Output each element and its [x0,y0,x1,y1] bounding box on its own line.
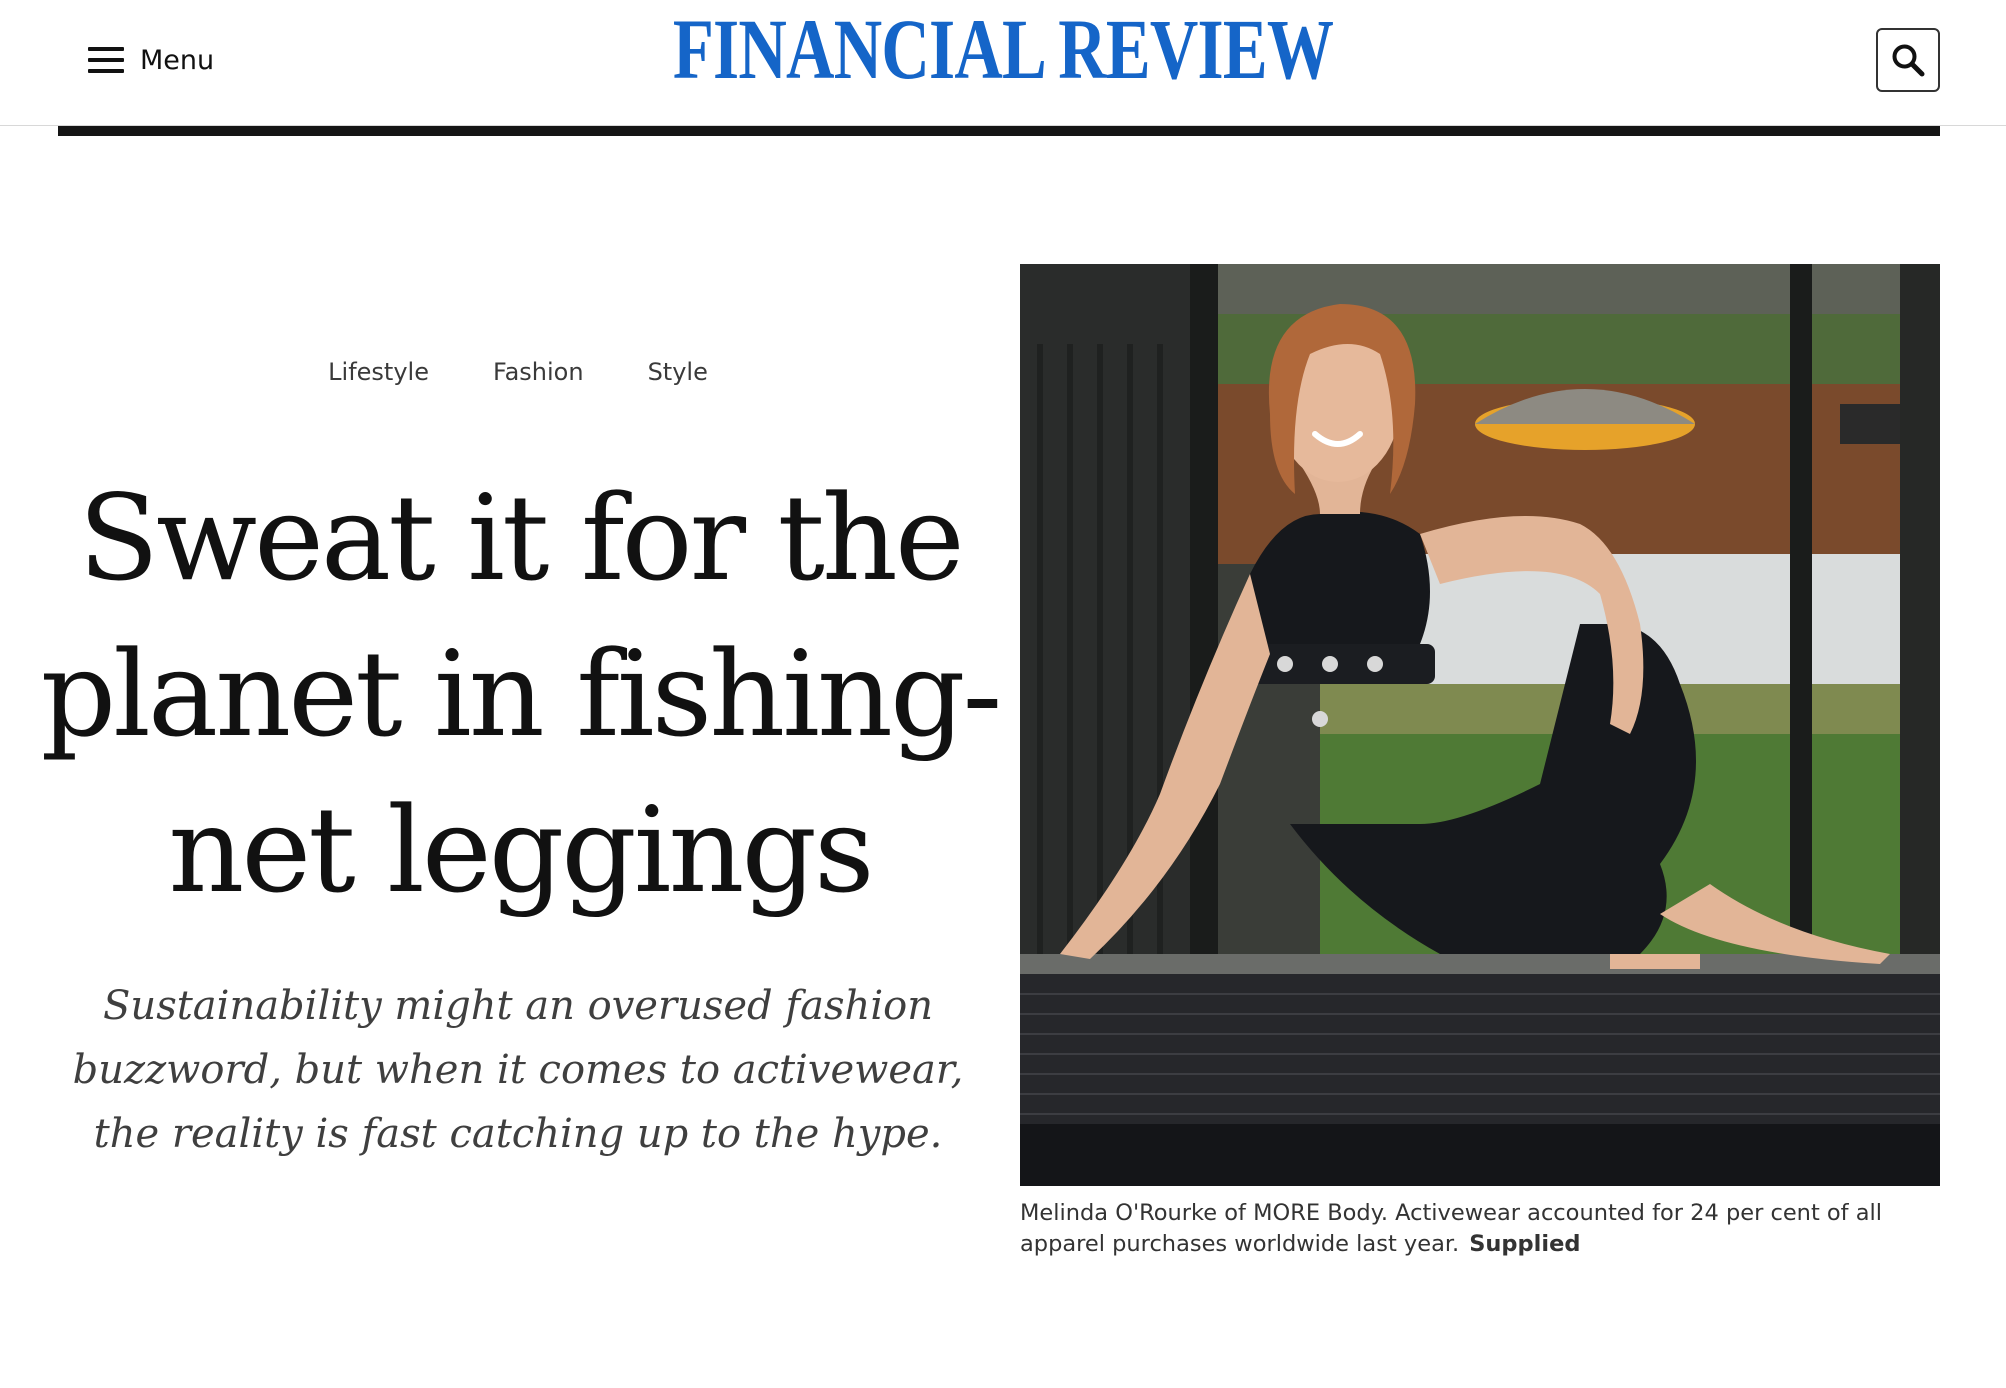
masthead-logo[interactable]: FINANCIAL REVIEW [221,6,1786,92]
article-tags: Lifestyle Fashion Style [58,358,978,386]
hero-image [1020,264,1940,1186]
tag-style[interactable]: Style [648,358,708,386]
tag-lifestyle[interactable]: Lifestyle [328,358,429,386]
hero-caption: Melinda O'Rourke of MORE Body. Activewea… [1020,1198,1940,1260]
hamburger-icon [88,47,124,73]
menu-button[interactable]: Menu [88,38,214,82]
search-button[interactable] [1876,28,1940,92]
caption-credit: Supplied [1469,1231,1581,1257]
menu-label: Menu [140,44,215,76]
header-divider [58,126,1940,136]
article-standfirst: Sustainability might an overused fashion… [72,983,964,1157]
caption-text: Melinda O'Rourke of MORE Body. Activewea… [1020,1200,1883,1257]
search-icon [1892,44,1925,77]
article-headline: Sweat it for the planet in fishing-net l… [40,469,1003,919]
tag-fashion[interactable]: Fashion [493,358,584,386]
hero-photo-illustration [1020,264,1940,1186]
site-header: Menu FINANCIAL REVIEW [0,0,2006,126]
